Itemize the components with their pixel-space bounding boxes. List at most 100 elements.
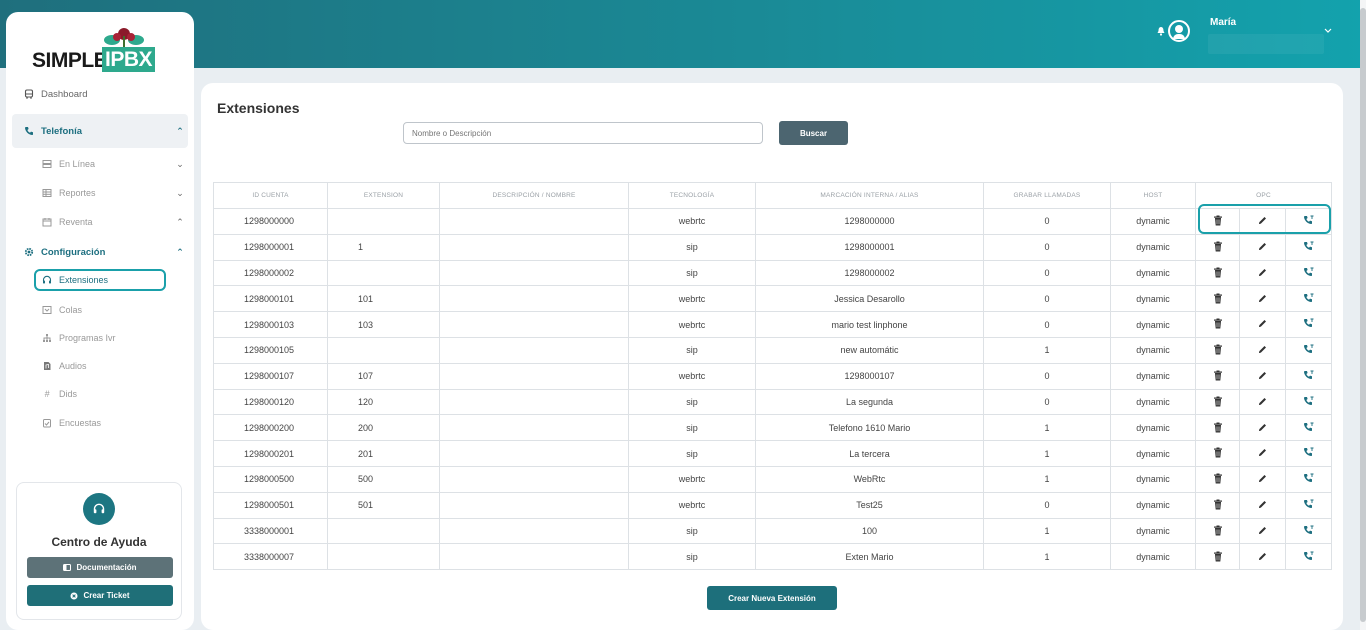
sidebar-item-dids[interactable]: # Dids [12,383,188,405]
sidebar-item-reportes[interactable]: Reportes ⌄ [12,182,188,204]
table-row[interactable]: 1298000001 1 sip 1298000001 0 dynamic [213,233,1333,261]
call-button[interactable] [1284,440,1333,467]
cell-extension: 101 [327,285,440,313]
sidebar-item-colas[interactable]: Colas [12,299,188,321]
table-row[interactable]: 3338000001 sip 100 1 dynamic [213,517,1333,545]
table-row[interactable]: 1298000201 201 sip La tercera 1 dynamic [213,440,1333,467]
delete-button[interactable] [1195,388,1240,416]
call-button[interactable] [1284,491,1333,519]
user-role-placeholder [1208,34,1324,54]
call-button[interactable] [1284,362,1333,390]
sidebar-label-configuracion: Configuración [41,246,106,258]
table-row[interactable]: 1298000101 101 webrtc Jessica Desarollo 0 dyn… [213,285,1333,313]
cell-grabar: 0 [983,208,1111,235]
edit-button[interactable] [1239,465,1286,493]
page-scrollbar[interactable] [1360,0,1366,630]
call-button[interactable] [1284,311,1333,338]
sidebar-item-telefonia[interactable]: Telefonía ⌃ [12,114,188,148]
table-row[interactable]: 1298000120 120 sip La segunda 0 dynamic [213,388,1333,416]
delete-button[interactable] [1195,543,1240,571]
sidebar-item-configuracion[interactable]: Configuración ⌃ [12,241,188,263]
cell-alias: La segunda [755,388,984,416]
call-button[interactable] [1284,208,1333,235]
edit-button[interactable] [1239,388,1286,416]
sidebar-item-encuestas[interactable]: Encuestas [12,412,188,434]
delete-button[interactable] [1195,465,1240,493]
sidebar-label-dashboard: Dashboard [41,88,88,100]
table-row[interactable]: 1298000105 sip new automátic 1 dynamic [213,336,1333,364]
documentation-button[interactable]: Documentación [27,557,173,578]
delete-button[interactable] [1195,208,1240,235]
logo[interactable]: SIMPLE IPBX [32,26,156,76]
sidebar-item-en-linea[interactable]: En Línea ⌄ [12,153,188,175]
cell-descripcion [439,362,629,390]
call-button[interactable] [1284,285,1333,313]
search-input[interactable] [403,122,763,144]
delete-button[interactable] [1195,285,1240,313]
chevron-down-icon[interactable] [1324,28,1332,34]
edit-button[interactable] [1239,414,1286,442]
edit-button[interactable] [1239,208,1286,235]
call-button[interactable] [1284,543,1333,571]
column-header: MARCACIÓN INTERNA / ALIAS [755,182,984,209]
delete-button[interactable] [1195,259,1240,287]
edit-button[interactable] [1239,285,1286,313]
table-row[interactable]: 1298000103 103 webrtc mario test linphone 0 d… [213,311,1333,338]
cell-grabar: 1 [983,517,1111,545]
edit-button[interactable] [1239,311,1286,338]
delete-button[interactable] [1195,336,1240,364]
sidebar-label-telefonia: Telefonía [41,125,82,137]
call-button[interactable] [1284,233,1333,261]
table-row[interactable]: 1298000107 107 webrtc 1298000107 0 dynamic [213,362,1333,390]
scrollbar-thumb[interactable] [1360,8,1366,622]
edit-button[interactable] [1239,259,1286,287]
table-row[interactable]: 1298000200 200 sip Telefono 1610 Mario 1 dyna… [213,414,1333,442]
table-row[interactable]: 3338000007 sip Exten Mario 1 dynamic [213,543,1333,571]
delete-button[interactable] [1195,311,1240,338]
delete-button[interactable] [1195,491,1240,519]
delete-button[interactable] [1195,517,1240,545]
user-name[interactable]: María [1210,17,1236,28]
cell-descripcion [439,233,629,261]
delete-button[interactable] [1195,362,1240,390]
call-button[interactable] [1284,388,1333,416]
table-row[interactable]: 1298000000 webrtc 1298000000 0 dynamic [213,208,1333,235]
cell-grabar: 1 [983,336,1111,364]
call-button[interactable] [1284,259,1333,287]
edit-button[interactable] [1239,233,1286,261]
table-row[interactable]: 1298000500 500 webrtc WebRtc 1 dynamic [213,465,1333,493]
sidebar-label-en-linea: En Línea [59,159,96,169]
logo-ipbx-text: IPBX [102,47,156,72]
edit-button[interactable] [1239,517,1286,545]
cell-host: dynamic [1110,414,1196,442]
table-row[interactable]: 1298000002 sip 1298000002 0 dynamic [213,259,1333,287]
create-ticket-button[interactable]: Crear Ticket [27,585,173,606]
delete-button[interactable] [1195,440,1240,467]
sidebar-item-programas-ivr[interactable]: Programas Ivr [12,327,188,349]
create-extension-button[interactable]: Crear Nueva Extensión [707,586,837,610]
sidebar-item-extensiones[interactable]: Extensiones [34,269,166,291]
cell-extension: 200 [327,414,440,442]
cell-host: dynamic [1110,388,1196,416]
edit-button[interactable] [1239,336,1286,364]
sidebar-item-reventa[interactable]: Reventa ⌃ [12,211,188,233]
edit-button[interactable] [1239,362,1286,390]
user-avatar-icon[interactable] [1168,20,1190,42]
table-row[interactable]: 1298000501 501 webrtc Test25 0 dynamic [213,491,1333,519]
pencil-icon [1257,369,1269,381]
sidebar-item-dashboard[interactable]: Dashboard [12,83,188,105]
call-button[interactable] [1284,517,1333,545]
bell-icon[interactable] [1156,26,1166,36]
sidebar-item-audios[interactable]: Audios [12,355,188,377]
search-button[interactable]: Buscar [779,121,848,145]
delete-button[interactable] [1195,233,1240,261]
phone-icon [22,126,36,136]
edit-button[interactable] [1239,491,1286,519]
call-button[interactable] [1284,336,1333,364]
edit-button[interactable] [1239,543,1286,571]
call-button[interactable] [1284,414,1333,442]
edit-button[interactable] [1239,440,1286,467]
delete-button[interactable] [1195,414,1240,442]
cell-descripcion [439,465,629,493]
call-button[interactable] [1284,465,1333,493]
